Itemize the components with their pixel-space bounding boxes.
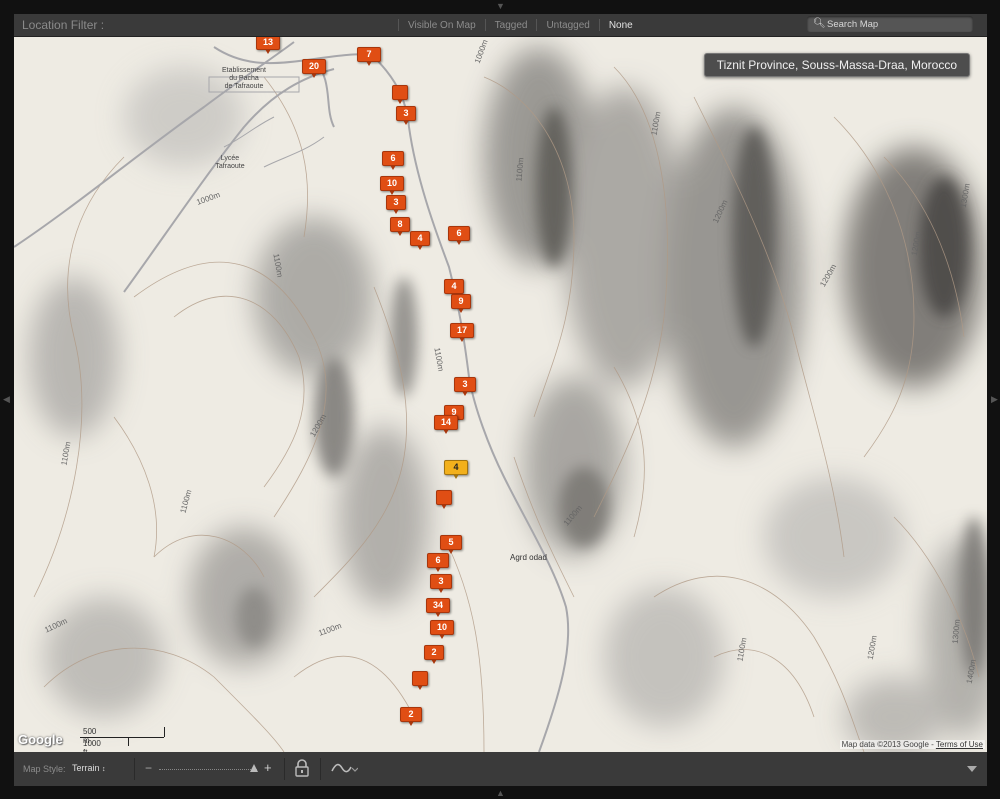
photo-pin[interactable]: 2 — [400, 707, 422, 726]
photo-pin[interactable] — [436, 490, 452, 509]
photo-pin[interactable]: 7 — [357, 47, 381, 66]
photo-pin[interactable]: 5 — [440, 535, 462, 554]
photo-pin[interactable]: 14 — [434, 415, 458, 434]
location-filter-options: Visible On Map Tagged Untagged None — [398, 14, 642, 36]
terrain-shading — [14, 37, 987, 752]
search-map-box[interactable]: 🔍︎ — [807, 16, 973, 32]
search-map-input[interactable] — [827, 17, 967, 31]
terms-of-use-link[interactable]: Terms of Use — [936, 740, 983, 749]
toolbar-divider — [284, 758, 285, 780]
photo-pin[interactable]: 10 — [430, 620, 454, 639]
lock-icon-graphic — [295, 759, 309, 777]
filter-none[interactable]: None — [600, 20, 642, 31]
map-style-label: Map Style: — [23, 764, 66, 774]
left-panel-toggle-icon[interactable]: ◀ — [3, 395, 10, 404]
bottom-panel-toggle-icon[interactable]: ▲ — [496, 789, 505, 798]
place-label-lycee: Lycée Tafraoute — [215, 155, 245, 170]
map-style-value: Terrain — [72, 763, 100, 773]
map-view[interactable]: Etablissement du Pacha de Tafraoute Lycé… — [14, 37, 987, 752]
filter-untagged[interactable]: Untagged — [537, 20, 598, 31]
toolbar-divider — [320, 758, 321, 780]
photo-pin[interactable]: 4 — [410, 231, 430, 250]
photo-pin[interactable]: 9 — [451, 294, 471, 313]
photo-pin[interactable]: 3 — [454, 377, 476, 396]
photo-pin[interactable]: 8 — [390, 217, 410, 236]
photo-pin-selected[interactable]: 4 — [444, 460, 468, 479]
place-label-establishment: Etablissement du Pacha de Tafraoute — [222, 67, 266, 90]
map-toolbar: Map Style: Terrain ↕ − + — [14, 752, 987, 786]
photo-pin[interactable]: 4 — [444, 279, 464, 298]
photo-pin[interactable]: 10 — [380, 176, 404, 195]
filter-visible-on-map[interactable]: Visible On Map — [399, 20, 485, 31]
photo-pin[interactable]: 3 — [430, 574, 452, 593]
toolbar-divider — [134, 758, 135, 780]
photo-pin[interactable]: 3 — [396, 106, 416, 125]
map-attribution: Map data ©2013 Google - Terms of Use — [839, 740, 985, 749]
right-panel-toggle-icon[interactable]: ▶ — [991, 395, 998, 404]
photo-pin[interactable]: 17 — [450, 323, 474, 342]
search-icon: 🔍︎ — [813, 18, 826, 29]
photo-pin[interactable] — [392, 85, 408, 104]
photo-pin[interactable]: 6 — [427, 553, 449, 572]
photo-pin[interactable]: 3 — [386, 195, 406, 214]
zoom-slider-thumb[interactable] — [250, 764, 258, 772]
scale-tick — [164, 727, 165, 737]
photo-pin[interactable]: 13 — [256, 37, 280, 54]
map-style-select[interactable]: Terrain ↕ — [72, 763, 106, 773]
scale-bar — [80, 737, 164, 738]
attribution-text: Map data ©2013 Google - — [841, 740, 936, 749]
stepper-icon: ↕ — [102, 766, 106, 773]
photo-pin[interactable]: 6 — [382, 151, 404, 170]
scale-imperial: 1000 ft — [83, 739, 101, 752]
location-label: Tiznit Province, Souss-Massa-Draa, Moroc… — [703, 53, 970, 77]
photo-pin[interactable]: 20 — [302, 59, 326, 78]
zoom-in-icon[interactable]: + — [264, 760, 272, 775]
lock-icon[interactable] — [294, 758, 310, 783]
scale-tick — [128, 738, 129, 746]
tracklog-icon[interactable] — [330, 760, 359, 781]
photo-pin[interactable] — [412, 671, 428, 690]
place-label-village: Agrd odad — [510, 553, 547, 562]
location-filter-label: Location Filter : — [22, 18, 105, 32]
collapse-icon[interactable] — [967, 766, 977, 772]
photo-pin[interactable]: 2 — [424, 645, 444, 664]
zoom-out-icon[interactable]: − — [145, 761, 152, 775]
location-filter-bar: Location Filter : Visible On Map Tagged … — [14, 14, 987, 37]
zoom-slider-track[interactable] — [159, 769, 257, 771]
filter-tagged[interactable]: Tagged — [486, 20, 537, 31]
top-panel-toggle-icon[interactable]: ▼ — [496, 2, 505, 11]
photo-pin[interactable]: 34 — [426, 598, 450, 617]
tracklog-icon-graphic — [331, 763, 359, 773]
photo-pin[interactable]: 6 — [448, 226, 470, 245]
google-logo: Google — [18, 732, 63, 747]
app-window: ▼ ▲ ◀ ▶ Location Filter : Visible On Map… — [0, 0, 1000, 799]
